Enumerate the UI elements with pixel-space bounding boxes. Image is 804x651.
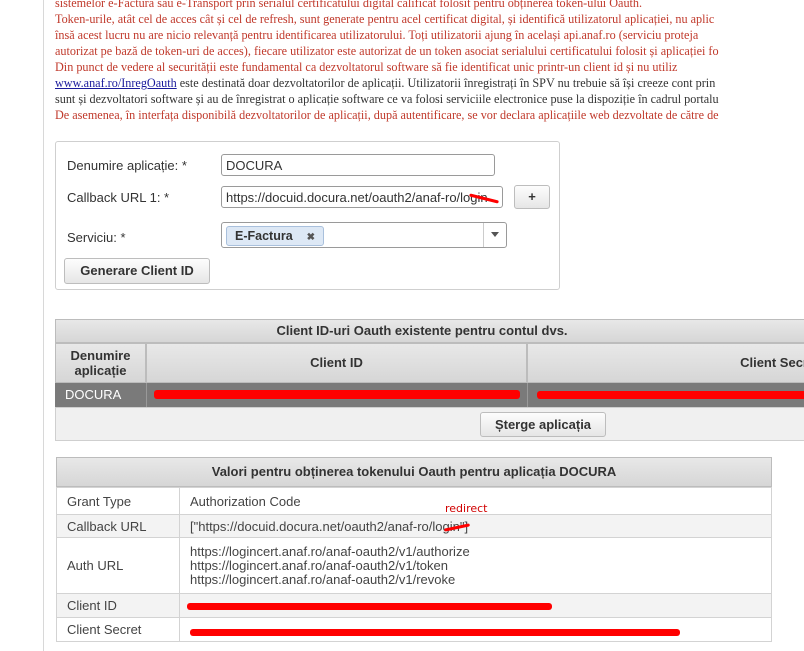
- row-key: Grant Type: [56, 487, 180, 515]
- row-value: https://logincert.anaf.ro/anaf-oauth2/v1…: [179, 537, 772, 594]
- table-row: Auth URL https://logincert.anaf.ro/anaf-…: [56, 537, 772, 594]
- table-row: Grant Type Authorization Code: [56, 487, 772, 515]
- callback-url-input[interactable]: https://docuid.docura.net/oauth2/anaf-ro…: [221, 186, 503, 208]
- service-label: Serviciu: *: [67, 230, 126, 245]
- callback-url-label: Callback URL 1: *: [67, 190, 170, 205]
- row-key: Client Secret: [56, 617, 180, 642]
- clients-table-title-text: Client ID-uri Oauth existente pentru con…: [276, 323, 568, 338]
- redacted-client-id: [187, 603, 552, 610]
- table-row: Callback URL ["https://docuid.docura.net…: [56, 514, 772, 538]
- redacted-client-id: [154, 390, 520, 399]
- redacted-client-secret: [190, 629, 680, 636]
- inreg-oauth-link[interactable]: www.anaf.ro/InregOauth: [55, 76, 177, 90]
- clients-table-footer: Șterge aplicația: [55, 407, 804, 441]
- intro-line: sistemelor e-Factura sau e-Transport pri…: [55, 0, 643, 10]
- intro-line: Token-urile, atât cel de acces cât și ce…: [55, 12, 715, 26]
- add-callback-button[interactable]: +: [514, 185, 550, 209]
- cell-divider: [146, 383, 147, 407]
- intro-line: autorizat pe bază de token-uri de acces)…: [55, 44, 719, 58]
- page-left-border: [43, 0, 44, 651]
- intro-line: însă acest lucru nu are nicio relevanță …: [55, 28, 699, 42]
- delete-app-button[interactable]: Șterge aplicația: [480, 412, 606, 437]
- app-name-input[interactable]: DOCURA: [221, 154, 495, 176]
- intro-line: www.anaf.ro/InregOauth este destinată do…: [55, 75, 804, 91]
- tag-remove-icon[interactable]: ✖: [307, 232, 315, 243]
- row-app-name: DOCURA: [65, 387, 122, 402]
- auth-url-line: https://logincert.anaf.ro/anaf-oauth2/v1…: [190, 571, 456, 587]
- col-header-client-id[interactable]: Client ID: [146, 343, 527, 383]
- row-key: Client ID: [56, 593, 180, 618]
- table-row[interactable]: DOCURA: [55, 383, 804, 407]
- intro-line: De asemenea, în interfața disponibilă de…: [55, 108, 719, 122]
- row-key: Auth URL: [56, 537, 180, 594]
- redacted-client-secret: [537, 391, 804, 399]
- intro-line-text: este destinată doar dezvoltatorilor de a…: [176, 76, 716, 90]
- clients-table-title: Client ID-uri Oauth existente pentru con…: [55, 319, 804, 343]
- col-header-app-name[interactable]: Denumire aplicație: [55, 343, 146, 383]
- token-values-table: Grant Type Authorization Code Callback U…: [56, 487, 772, 642]
- intro-line: sunt și dezvoltatori software și au de î…: [55, 92, 719, 106]
- intro-text: sistemelor e-Factura sau e-Transport pri…: [55, 0, 804, 123]
- row-value: ["https://docuid.docura.net/oauth2/anaf-…: [179, 514, 772, 538]
- intro-line: Din punct de vedere al securității este …: [55, 60, 678, 74]
- auth-url-line: https://logincert.anaf.ro/anaf-oauth2/v1…: [190, 557, 449, 573]
- generate-client-id-button[interactable]: Generare Client ID: [64, 258, 210, 284]
- service-select[interactable]: E-Factura ✖: [221, 222, 507, 248]
- auth-url-line: https://logincert.anaf.ro/anaf-oauth2/v1…: [190, 543, 470, 559]
- app-name-label: Denumire aplicație: *: [67, 158, 187, 173]
- cell-divider: [527, 383, 528, 407]
- col-header-client-secret[interactable]: Client Secr: [527, 343, 804, 383]
- row-key: Callback URL: [56, 514, 180, 538]
- token-table-title: Valori pentru obținerea tokenului Oauth …: [56, 457, 772, 487]
- app-registration-form: Denumire aplicație: * DOCURA Callback UR…: [55, 141, 560, 290]
- chevron-down-icon[interactable]: [483, 223, 506, 247]
- service-tag-label: E-Factura: [235, 229, 293, 243]
- service-tag: E-Factura ✖: [226, 226, 325, 246]
- redirect-annotation: redirect: [445, 502, 488, 515]
